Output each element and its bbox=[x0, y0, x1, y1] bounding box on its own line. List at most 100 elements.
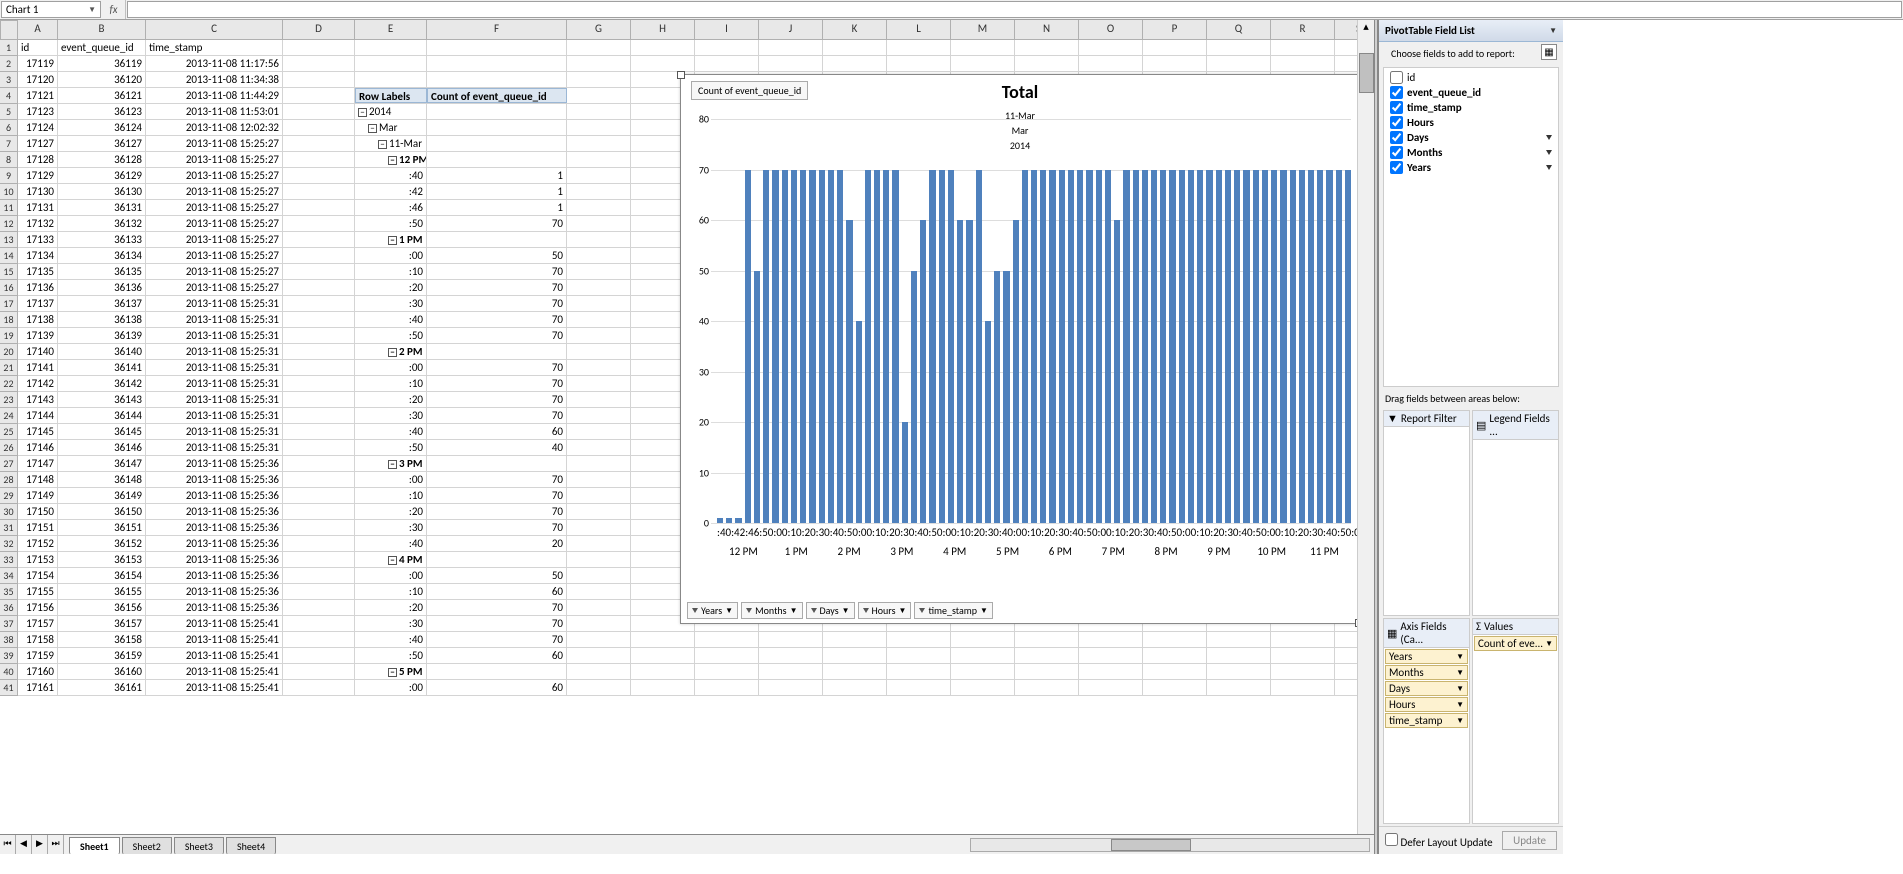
chevron-down-icon[interactable]: ▼ bbox=[88, 5, 96, 15]
cell[interactable] bbox=[283, 648, 355, 663]
cell[interactable]: 50 bbox=[427, 248, 567, 263]
chart-bar[interactable] bbox=[1317, 170, 1323, 524]
cell[interactable]: 2013-11-08 15:25:41 bbox=[146, 648, 283, 663]
cell[interactable] bbox=[283, 504, 355, 519]
cell[interactable] bbox=[1143, 648, 1207, 663]
cell[interactable] bbox=[567, 616, 631, 631]
cell[interactable]: 17148 bbox=[18, 472, 58, 487]
cell[interactable]: 36119 bbox=[58, 56, 146, 71]
cell[interactable] bbox=[567, 440, 631, 455]
cell[interactable]: 2013-11-08 15:25:27 bbox=[146, 280, 283, 295]
cell[interactable] bbox=[567, 360, 631, 375]
chart-bar[interactable] bbox=[763, 170, 769, 524]
cell[interactable] bbox=[695, 680, 759, 695]
cell[interactable]: :10 bbox=[355, 264, 427, 279]
cell[interactable] bbox=[567, 88, 631, 103]
chart-bar[interactable] bbox=[892, 170, 898, 524]
cell[interactable] bbox=[951, 648, 1015, 663]
cell[interactable]: :50 bbox=[355, 648, 427, 663]
cell[interactable] bbox=[283, 104, 355, 119]
row-header[interactable]: 1 bbox=[0, 40, 18, 56]
cell[interactable] bbox=[355, 72, 427, 87]
cell[interactable]: 1 bbox=[427, 168, 567, 183]
field-checkbox[interactable] bbox=[1390, 101, 1403, 114]
cell[interactable]: −4 PM bbox=[355, 552, 427, 567]
cell[interactable] bbox=[567, 680, 631, 695]
cell[interactable]: 2013-11-08 15:25:41 bbox=[146, 680, 283, 695]
cell[interactable] bbox=[1015, 664, 1079, 679]
row-header[interactable]: 24 bbox=[0, 408, 18, 424]
axis-item[interactable]: time_stamp▼ bbox=[1385, 713, 1468, 728]
cell[interactable] bbox=[567, 664, 631, 679]
cell[interactable]: 17119 bbox=[18, 56, 58, 71]
cell[interactable] bbox=[283, 88, 355, 103]
h-scroll-thumb[interactable] bbox=[1111, 839, 1191, 851]
collapse-icon[interactable]: − bbox=[368, 124, 377, 133]
cell[interactable]: 2013-11-08 15:25:27 bbox=[146, 184, 283, 199]
chart-bar[interactable] bbox=[1308, 170, 1314, 524]
cell[interactable] bbox=[695, 664, 759, 679]
filter-icon[interactable] bbox=[1546, 165, 1552, 170]
cell[interactable]: 36141 bbox=[58, 360, 146, 375]
cell[interactable] bbox=[283, 56, 355, 71]
chart-bar[interactable] bbox=[1290, 170, 1296, 524]
cell[interactable] bbox=[283, 232, 355, 247]
cell[interactable] bbox=[1079, 648, 1143, 663]
cell[interactable]: 1 bbox=[427, 184, 567, 199]
cell[interactable]: 2013-11-08 15:25:41 bbox=[146, 616, 283, 631]
cell[interactable] bbox=[759, 664, 823, 679]
cell[interactable]: 17144 bbox=[18, 408, 58, 423]
cell[interactable]: :00 bbox=[355, 472, 427, 487]
defer-layout-checkbox[interactable]: Defer Layout Update bbox=[1385, 833, 1493, 849]
cell[interactable]: 36147 bbox=[58, 456, 146, 471]
cell[interactable]: 70 bbox=[427, 616, 567, 631]
cell[interactable] bbox=[567, 184, 631, 199]
cell[interactable] bbox=[1143, 664, 1207, 679]
cell[interactable]: :30 bbox=[355, 520, 427, 535]
chart-bar[interactable] bbox=[1197, 170, 1203, 524]
cell[interactable]: :00 bbox=[355, 568, 427, 583]
chevron-down-icon[interactable]: ▼ bbox=[1456, 700, 1464, 710]
cell[interactable]: 36124 bbox=[58, 120, 146, 135]
cell[interactable] bbox=[1143, 632, 1207, 647]
cell[interactable] bbox=[887, 648, 951, 663]
cell[interactable] bbox=[1015, 40, 1079, 55]
cell[interactable] bbox=[427, 136, 567, 151]
chevron-down-icon[interactable]: ▼ bbox=[1456, 684, 1464, 694]
cell[interactable]: 17153 bbox=[18, 552, 58, 567]
chart-bar[interactable] bbox=[754, 271, 760, 524]
sheet-tab-sheet3[interactable]: Sheet3 bbox=[174, 837, 224, 855]
chart-bar[interactable] bbox=[800, 170, 806, 524]
cell[interactable]: 70 bbox=[427, 632, 567, 647]
chart-bar[interactable] bbox=[1179, 170, 1185, 524]
chart-filter-time_stamp[interactable]: time_stamp ▼ bbox=[914, 602, 993, 619]
chart-bar[interactable] bbox=[985, 321, 991, 523]
chart-bar[interactable] bbox=[1225, 170, 1231, 524]
cell[interactable]: :20 bbox=[355, 392, 427, 407]
cell[interactable]: 60 bbox=[427, 680, 567, 695]
chevron-down-icon[interactable]: ▼ bbox=[1456, 716, 1464, 726]
cell[interactable] bbox=[283, 136, 355, 151]
cell[interactable] bbox=[567, 264, 631, 279]
row-header[interactable]: 31 bbox=[0, 520, 18, 536]
cell[interactable] bbox=[951, 664, 1015, 679]
col-header-P[interactable]: P bbox=[1143, 20, 1207, 40]
row-header[interactable]: 12 bbox=[0, 216, 18, 232]
chart-bar[interactable] bbox=[1059, 170, 1065, 524]
cell[interactable] bbox=[1271, 664, 1335, 679]
cell[interactable] bbox=[1015, 648, 1079, 663]
cell[interactable]: Row Labels▾ bbox=[355, 88, 427, 103]
cell[interactable]: :30 bbox=[355, 408, 427, 423]
cell[interactable]: 36150 bbox=[58, 504, 146, 519]
chart-bar[interactable] bbox=[1299, 170, 1305, 524]
cell[interactable] bbox=[1271, 40, 1335, 55]
cell[interactable] bbox=[427, 56, 567, 71]
row-header[interactable]: 11 bbox=[0, 200, 18, 216]
cell[interactable] bbox=[631, 648, 695, 663]
chart-bar[interactable] bbox=[1114, 220, 1120, 523]
cell[interactable] bbox=[1143, 680, 1207, 695]
cell[interactable] bbox=[567, 328, 631, 343]
cell[interactable] bbox=[823, 648, 887, 663]
col-header-M[interactable]: M bbox=[951, 20, 1015, 40]
cell[interactable] bbox=[567, 392, 631, 407]
